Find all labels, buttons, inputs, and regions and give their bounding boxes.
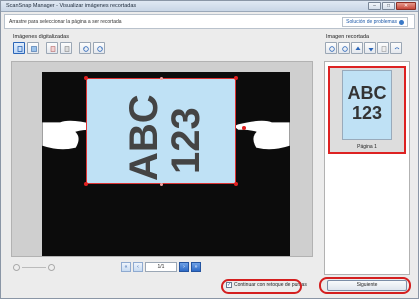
single-view-button[interactable] <box>13 42 25 54</box>
rotate-left-button[interactable] <box>79 42 91 54</box>
window-title: ScanSnap Manager - Visualizar imágenes r… <box>6 3 137 9</box>
thumbnail-line-2: 123 <box>351 103 383 123</box>
arrow-up-icon <box>355 46 361 50</box>
first-page-button[interactable]: « <box>121 262 131 272</box>
page-left-button[interactable] <box>46 42 58 54</box>
page-navigator: « ‹ 1/1 › » <box>121 262 201 272</box>
page-icon <box>50 46 56 52</box>
move-down-button[interactable] <box>364 42 376 54</box>
cropped-image-panel: ABC 123 Página 1 <box>324 61 410 275</box>
move-up-button[interactable] <box>351 42 363 54</box>
document-page[interactable]: ABC 123 <box>86 78 236 184</box>
thumbnail-label: Página 1 <box>357 144 377 150</box>
thumbnail-page: ABC 123 <box>342 70 392 140</box>
window-controls: – □ ✕ <box>368 2 416 10</box>
crop-handle[interactable] <box>160 77 163 80</box>
right-hand-icon <box>234 120 290 150</box>
zoom-track[interactable] <box>22 267 46 268</box>
page-number-field[interactable]: 1/1 <box>145 262 177 272</box>
viewer-navigation: « ‹ 1/1 › » <box>11 261 313 275</box>
rotate-left-icon <box>329 46 335 52</box>
rotate-right-button[interactable] <box>93 42 105 54</box>
close-button[interactable]: ✕ <box>396 2 416 10</box>
last-page-button[interactable]: » <box>191 262 201 272</box>
document-line-2: 123 <box>164 107 208 174</box>
zoom-slider[interactable] <box>13 264 55 271</box>
cropped-image-title: Imagen recortada <box>326 34 370 40</box>
scanned-image: ABC 123 <box>42 72 290 256</box>
next-button-highlight <box>319 277 411 294</box>
undo-icon <box>394 47 400 50</box>
title-bar: ScanSnap Manager - Visualizar imágenes r… <box>1 1 418 12</box>
rotate-right-icon <box>97 46 103 52</box>
rotate-left-button[interactable] <box>325 42 337 54</box>
page-icon <box>64 46 70 52</box>
crop-handle[interactable] <box>84 182 88 186</box>
previous-page-button[interactable]: ‹ <box>133 262 143 272</box>
zoom-out-icon[interactable] <box>13 264 20 271</box>
crop-handle[interactable] <box>84 76 88 80</box>
left-toolbar <box>13 42 105 54</box>
image-view-icon <box>31 46 37 52</box>
crop-handle[interactable] <box>160 183 163 186</box>
next-page-button[interactable]: › <box>179 262 189 272</box>
undo-button[interactable] <box>390 42 402 54</box>
single-page-icon <box>17 46 23 52</box>
help-icon <box>399 19 404 25</box>
troubleshooting-link[interactable]: Solución de problemas <box>342 17 408 27</box>
page-right-button[interactable] <box>60 42 72 54</box>
rotate-left-icon <box>83 46 89 52</box>
maximize-button[interactable]: □ <box>382 2 395 10</box>
document-content: ABC 123 <box>122 94 208 181</box>
delete-page-button[interactable] <box>377 42 389 54</box>
scan-viewer: ABC 123 <box>11 61 313 257</box>
app-window: ScanSnap Manager - Visualizar imágenes r… <box>0 0 419 299</box>
troubleshooting-label: Solución de problemas <box>346 19 397 25</box>
instruction-text: Arrastre para seleccionar la página a se… <box>9 19 122 25</box>
arrow-down-icon <box>368 48 374 52</box>
crop-handle[interactable] <box>234 182 238 186</box>
cropped-thumbnail[interactable]: ABC 123 Página 1 <box>328 66 406 154</box>
rotate-right-icon <box>342 46 348 52</box>
document-line-1: ABC <box>122 94 166 181</box>
right-toolbar <box>325 42 402 54</box>
thumbnail-view-button[interactable] <box>27 42 39 54</box>
minimize-button[interactable]: – <box>368 2 381 10</box>
thumbnail-line-1: ABC <box>347 83 387 103</box>
scanned-images-title: Imágenes digitalizadas <box>13 34 69 40</box>
rotate-right-button[interactable] <box>338 42 350 54</box>
instruction-bar: Arrastre para seleccionar la página a se… <box>4 14 415 29</box>
checkbox-highlight <box>221 279 302 294</box>
zoom-in-icon[interactable] <box>48 264 55 271</box>
page-icon <box>381 46 387 52</box>
crop-handle[interactable] <box>234 76 238 80</box>
